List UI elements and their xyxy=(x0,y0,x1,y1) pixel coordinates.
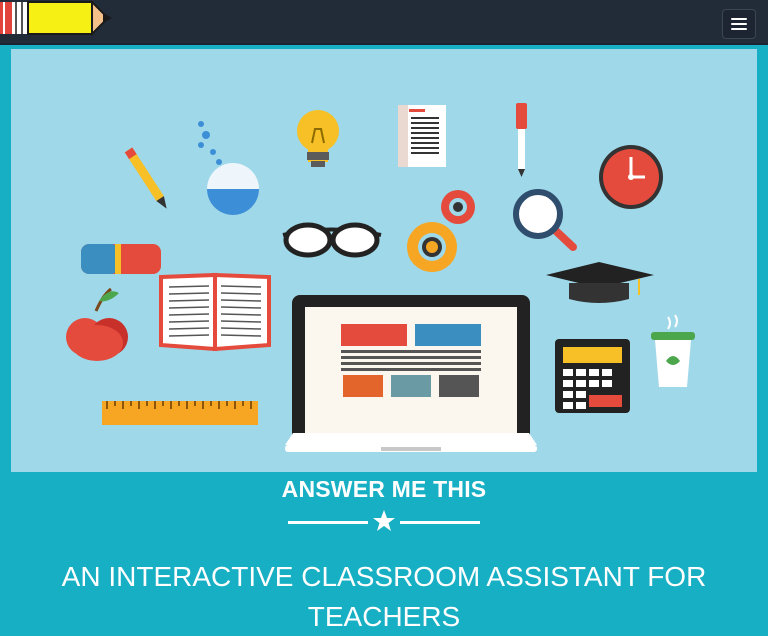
hamburger-line-icon xyxy=(731,18,747,20)
tagline: AN INTERACTIVE CLASSROOM ASSISTANT FOR T… xyxy=(61,561,707,632)
apple-icon xyxy=(66,287,128,361)
navbar xyxy=(0,0,768,45)
divider-line xyxy=(288,521,368,524)
clock-icon xyxy=(599,145,663,209)
brand-title: ANSWER ME THIS xyxy=(281,476,487,502)
glasses-icon xyxy=(282,222,382,258)
pencil-icon xyxy=(124,147,167,209)
laptop-icon xyxy=(285,295,537,452)
magnifier-icon xyxy=(513,189,577,251)
hero-illustration xyxy=(11,49,757,472)
divider-line xyxy=(400,521,480,524)
calculator-icon xyxy=(555,339,630,413)
star-divider xyxy=(288,509,480,535)
pencil-logo-icon[interactable] xyxy=(0,0,116,38)
eraser-icon xyxy=(81,244,161,274)
marker-icon xyxy=(516,103,527,177)
star-icon xyxy=(373,510,395,531)
graduation-cap-icon xyxy=(546,262,654,303)
open-book-icon xyxy=(159,272,271,352)
document-icon xyxy=(398,105,446,167)
gears-icon xyxy=(407,190,475,272)
ruler-icon xyxy=(102,401,258,425)
coffee-cup-icon xyxy=(651,314,695,387)
flask-icon xyxy=(198,121,259,215)
hamburger-line-icon xyxy=(731,23,747,25)
lightbulb-icon xyxy=(297,110,339,167)
hamburger-menu-button[interactable] xyxy=(722,9,756,39)
hamburger-line-icon xyxy=(731,28,747,30)
